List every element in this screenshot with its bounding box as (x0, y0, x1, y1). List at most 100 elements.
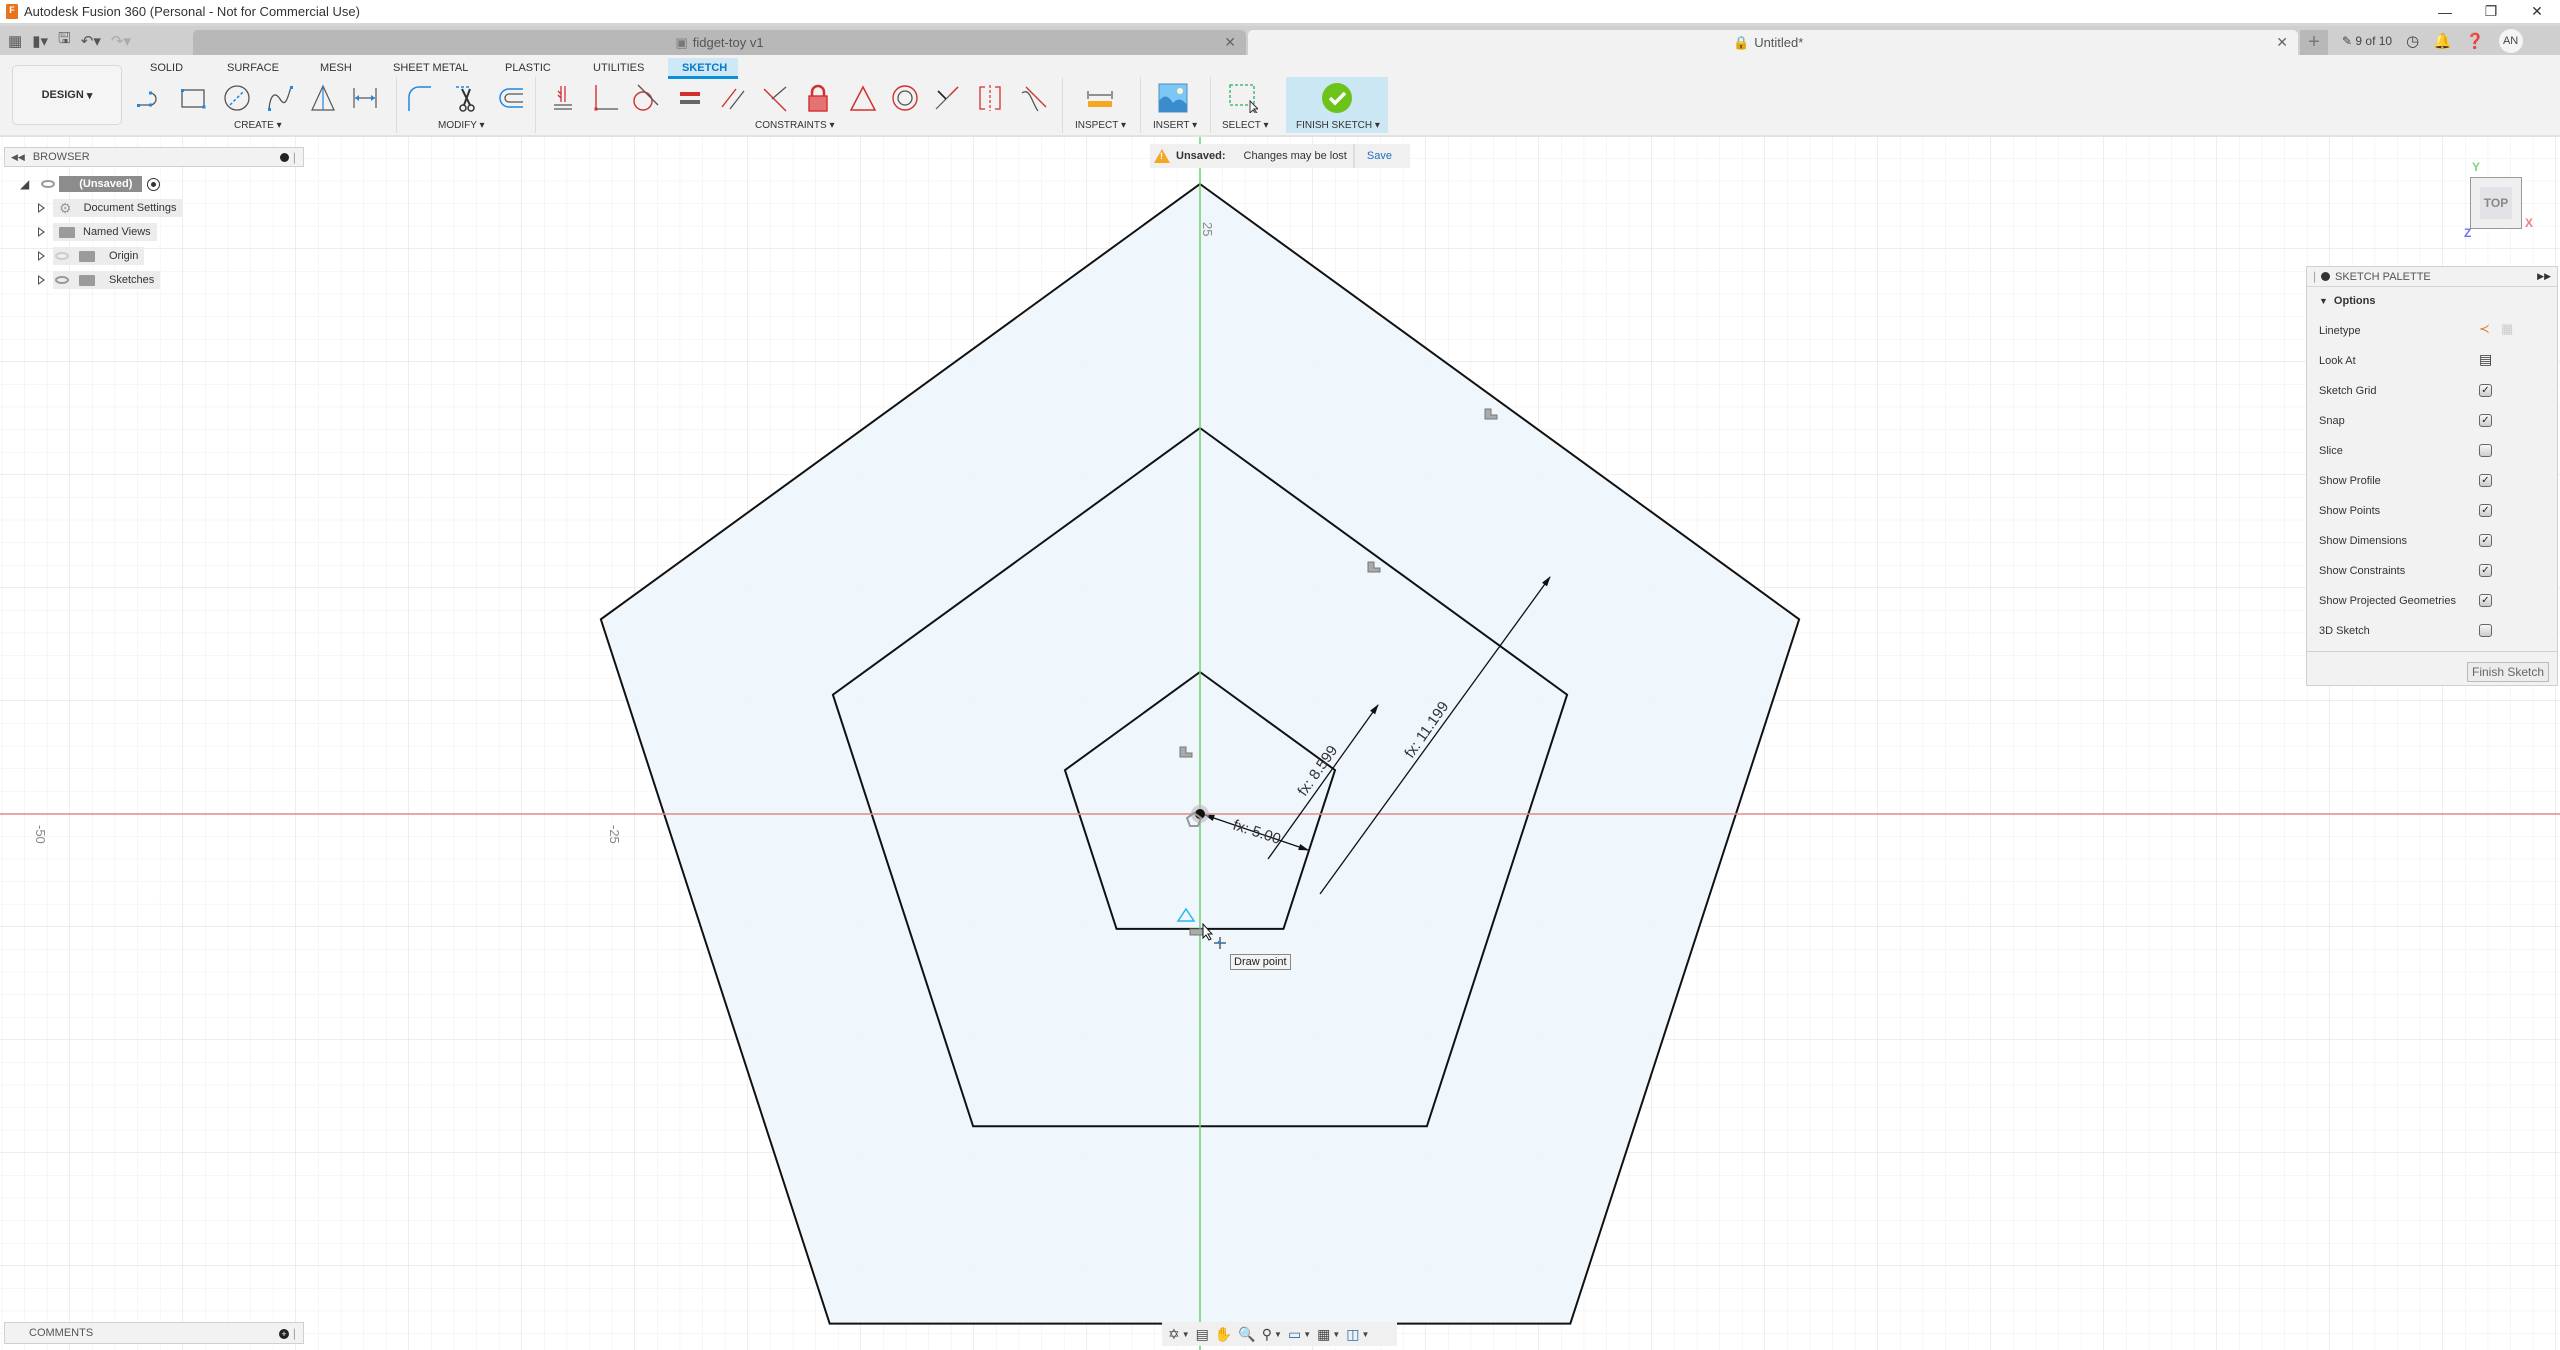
tab-surface[interactable]: SURFACE (227, 62, 279, 74)
line-tool-icon[interactable] (135, 83, 165, 113)
lock-constraint-icon[interactable] (803, 83, 833, 113)
palette-finish-sketch-button[interactable]: Finish Sketch (2467, 662, 2549, 682)
visibility-eye-icon[interactable] (41, 180, 56, 188)
grid-settings-icon[interactable]: ▦ (1317, 1326, 1330, 1343)
rectangle-tool-icon[interactable] (178, 83, 208, 113)
tab-utilities[interactable]: UTILITIES (593, 62, 644, 74)
viewports-dropdown-icon[interactable]: ▼ (1362, 1330, 1370, 1339)
checkbox-show-constraints[interactable]: ✓ (2479, 564, 2492, 577)
dimension-tool-icon[interactable] (350, 83, 380, 113)
browser-item-document-settings[interactable]: ⚙ Document Settings (38, 199, 183, 217)
file-menu-icon[interactable]: ▮▾ (32, 32, 48, 50)
panel-grip-icon[interactable]: ❘ (2310, 270, 2319, 283)
panel-grip-icon[interactable]: ❘ (290, 151, 299, 164)
add-comment-icon[interactable]: + (279, 1329, 289, 1339)
redo-icon[interactable]: ↷▾ (111, 32, 131, 50)
grid-dropdown-icon[interactable]: ▼ (1332, 1330, 1340, 1339)
modify-menu[interactable]: MODIFY ▾ (438, 120, 485, 131)
tab-mesh[interactable]: MESH (320, 62, 352, 74)
checkbox-slice[interactable] (2479, 444, 2492, 457)
triangle-tool-icon[interactable] (308, 83, 338, 113)
equal-constraint-icon[interactable] (675, 83, 705, 113)
collapse-browser-icon[interactable]: ◀◀ (11, 152, 25, 163)
close-window-button[interactable]: ✕ (2514, 0, 2560, 23)
insert-menu[interactable]: INSERT ▾ (1153, 120, 1197, 131)
tab-solid[interactable]: SOLID (150, 62, 183, 74)
expand-triangle-icon[interactable] (38, 227, 45, 237)
visibility-eye-icon[interactable] (55, 276, 69, 284)
tangent-constraint-icon[interactable] (630, 83, 660, 113)
collapse-triangle-icon[interactable]: ◢ (20, 177, 29, 191)
expand-palette-icon[interactable]: ▶▶ (2537, 271, 2551, 282)
hidden-eye-icon[interactable] (55, 252, 69, 260)
clock-icon[interactable]: ◷ (2406, 32, 2419, 50)
minimize-button[interactable]: — (2422, 0, 2468, 23)
close-tab-icon[interactable]: ✕ (2276, 34, 2288, 51)
viewcube[interactable]: TOP (2470, 177, 2522, 229)
orbit-dropdown-icon[interactable]: ▼ (1182, 1330, 1190, 1339)
coincident-constraint-icon[interactable] (590, 83, 620, 113)
insert-image-icon[interactable] (1158, 83, 1188, 113)
zoom-window-icon[interactable]: ⚲ (1262, 1326, 1272, 1343)
checkbox-show-profile[interactable]: ✓ (2479, 474, 2492, 487)
checkbox-show-dimensions[interactable]: ✓ (2479, 534, 2492, 547)
measure-ruler-icon[interactable] (1085, 83, 1115, 113)
data-panel-grid-icon[interactable]: ▦ (8, 32, 22, 50)
sketch-drawing[interactable]: fx: 5.00fx: 8.599fx: 11.199 -50 -25 25 (0, 137, 2560, 1350)
inspect-menu[interactable]: INSPECT ▾ (1075, 120, 1126, 131)
browser-item-named-views[interactable]: Named Views (38, 223, 157, 241)
comments-panel-header[interactable]: COMMENTS + ❘ (4, 1322, 304, 1344)
tab-untitled[interactable]: 🔒 Untitled* ✕ (1248, 30, 2298, 55)
zoom-icon[interactable]: 🔍 (1238, 1326, 1255, 1343)
fillet-tool-icon[interactable] (405, 83, 435, 113)
restore-button[interactable]: ❐ (2468, 0, 2514, 23)
zoom-dropdown-icon[interactable]: ▼ (1274, 1330, 1282, 1339)
workspace-switcher[interactable]: DESIGN ▾ (12, 65, 122, 125)
construction-linetype-icon[interactable]: ≺ (2479, 321, 2490, 336)
browser-item-origin[interactable]: Origin (38, 247, 145, 265)
notifications-icon[interactable]: 🔔 (2433, 32, 2452, 50)
horizontal-vertical-constraint-icon[interactable] (848, 83, 878, 113)
checkbox-3d-sketch[interactable] (2479, 624, 2492, 637)
constraints-menu[interactable]: CONSTRAINTS ▾ (755, 120, 834, 131)
symmetry-constraint-icon[interactable] (975, 83, 1005, 113)
expand-triangle-icon[interactable] (38, 251, 45, 261)
look-at-icon[interactable]: ▤ (1196, 1326, 1209, 1343)
spline-tool-icon[interactable] (265, 83, 295, 113)
browser-item-sketches[interactable]: Sketches (38, 271, 161, 289)
tab-plastic[interactable]: PLASTIC (505, 62, 551, 74)
centerline-linetype-icon[interactable]: ▦ (2501, 321, 2513, 336)
circle-tool-icon[interactable] (222, 83, 252, 113)
fix-constraint-icon[interactable] (548, 83, 578, 113)
undo-icon[interactable]: ↶▾ (81, 32, 101, 50)
midpoint-constraint-icon[interactable] (932, 83, 962, 113)
parallel-constraint-icon[interactable] (718, 83, 748, 113)
expand-triangle-icon[interactable] (38, 203, 45, 213)
orbit-icon[interactable]: ✡ (1168, 1326, 1180, 1343)
perpendicular-constraint-icon[interactable] (760, 83, 790, 113)
tab-sketch[interactable]: SKETCH (682, 62, 727, 74)
viewcube-top-face[interactable]: TOP (2480, 187, 2512, 219)
checkbox-sketch-grid[interactable]: ✓ (2479, 384, 2492, 397)
tab-sheet-metal[interactable]: SHEET METAL (393, 62, 468, 74)
help-icon[interactable]: ❓ (2466, 32, 2485, 50)
curvature-constraint-icon[interactable] (1018, 83, 1048, 113)
look-at-icon[interactable]: ▤ (2479, 351, 2492, 368)
sketch-palette-header[interactable]: ❘ SKETCH PALETTE ▶▶ (2307, 267, 2557, 287)
panel-grip-icon[interactable]: ❘ (290, 1327, 299, 1340)
tab-fidget-toy[interactable]: ▣ fidget-toy v1 ✕ (193, 30, 1246, 55)
save-icon[interactable]: 🖫 (58, 28, 71, 53)
finish-sketch-button[interactable]: FINISH SKETCH ▾ (1286, 77, 1388, 133)
offset-tool-icon[interactable] (495, 83, 525, 113)
create-menu[interactable]: CREATE ▾ (234, 120, 282, 131)
job-status[interactable]: ✎ 9 of 10 (2342, 34, 2392, 48)
browser-panel-header[interactable]: ◀◀ BROWSER ❘ (4, 147, 304, 167)
expand-triangle-icon[interactable] (38, 275, 45, 285)
display-dropdown-icon[interactable]: ▼ (1303, 1330, 1311, 1339)
sketch-canvas[interactable]: fx: 5.00 fx: 8.599 fx: 11.199 -50 -25 25 (0, 137, 2560, 1350)
browser-root-row[interactable]: ◢ (Unsaved) (20, 175, 161, 193)
checkbox-show-points[interactable]: ✓ (2479, 504, 2492, 517)
select-box-icon[interactable] (1228, 83, 1258, 113)
new-tab-button[interactable]: + (2300, 30, 2328, 55)
select-menu[interactable]: SELECT ▾ (1222, 120, 1269, 131)
